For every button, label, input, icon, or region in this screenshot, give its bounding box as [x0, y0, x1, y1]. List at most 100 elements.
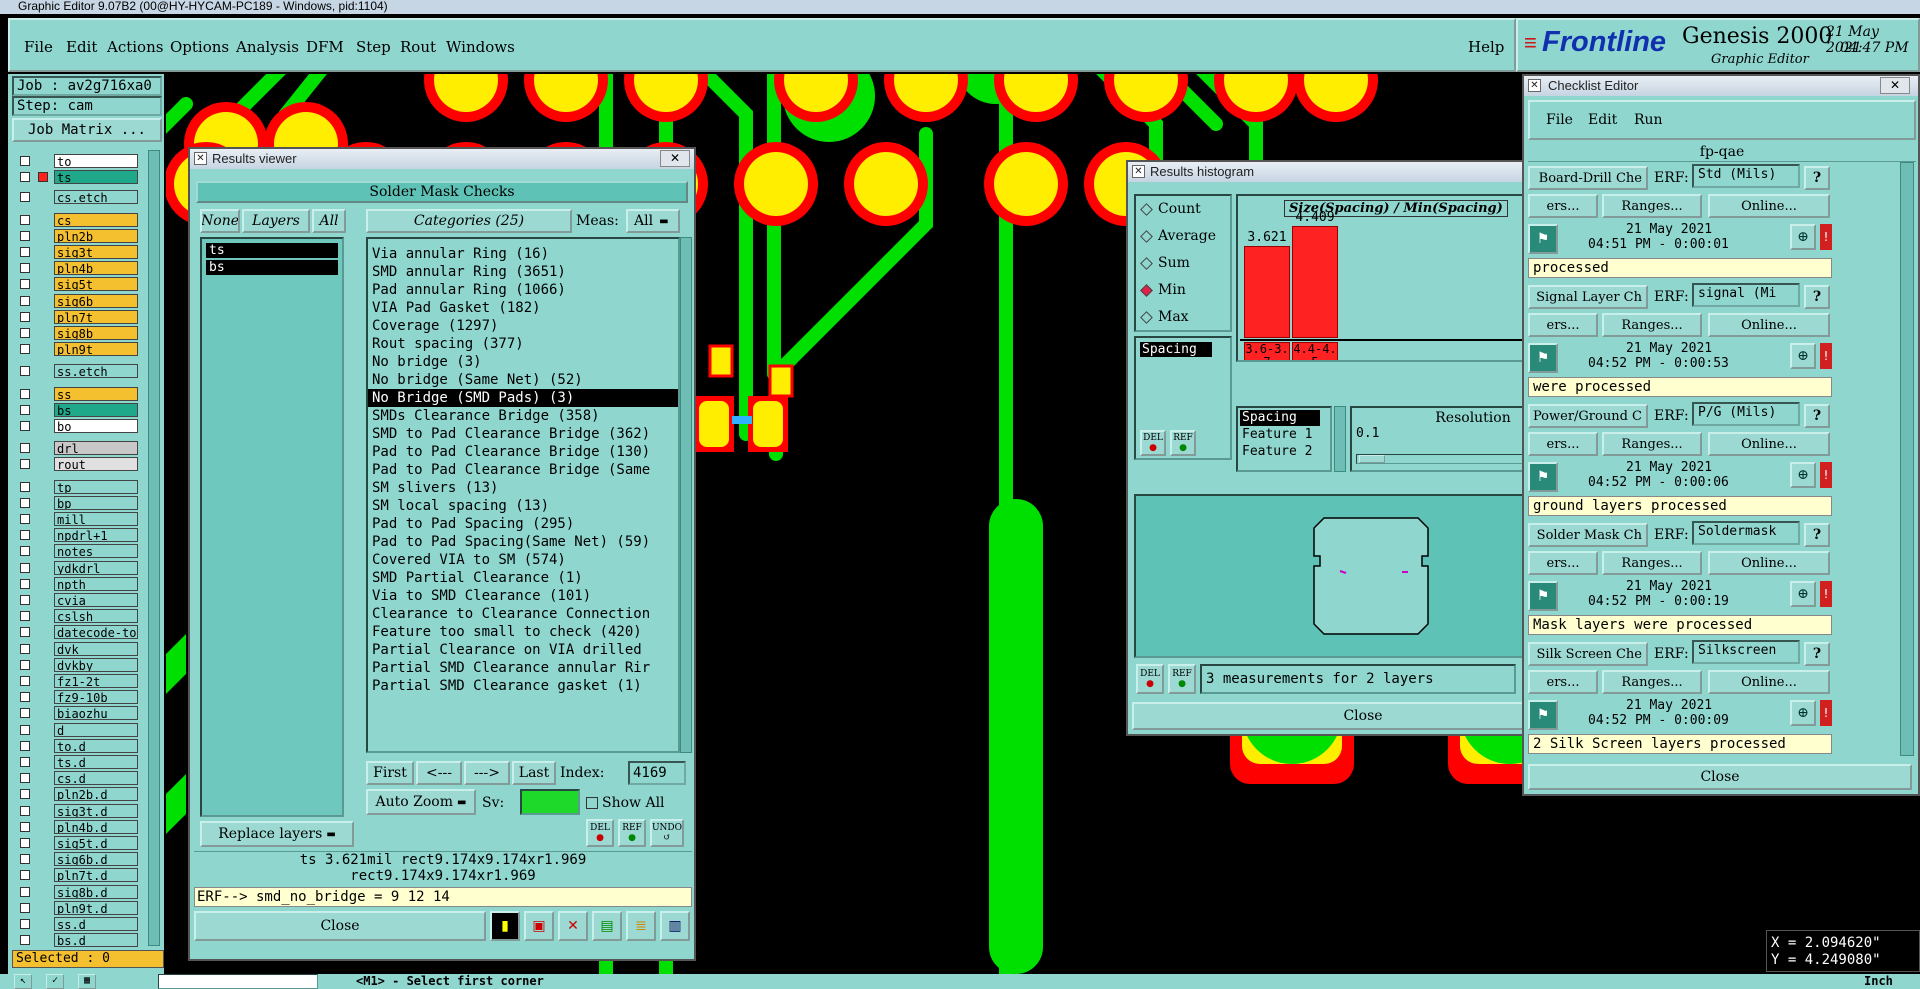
layer-affected-icon[interactable]	[38, 192, 48, 202]
last-button[interactable]: Last	[512, 761, 556, 785]
layer-row[interactable]: npdrl+1	[18, 528, 138, 543]
layer-name[interactable]: cs.etch	[54, 190, 138, 205]
layer-checkbox[interactable]	[20, 366, 30, 377]
check-name-button[interactable]: Power/Ground C	[1528, 404, 1648, 428]
layer-row[interactable]: d	[18, 722, 138, 738]
layer-name[interactable]: pln4b.d	[54, 819, 138, 834]
check-icon[interactable]: ✓	[46, 974, 64, 989]
layer-row[interactable]: dvk	[18, 641, 138, 657]
checklist-menu-file[interactable]: File	[1546, 112, 1573, 128]
field-feature-1[interactable]: Feature 1	[1240, 427, 1328, 443]
layer-affected-icon[interactable]	[38, 789, 48, 799]
layer-name[interactable]: npdrl+1	[54, 528, 138, 543]
category-item[interactable]: VIA Pad Gasket (182)	[368, 299, 678, 317]
layers-all-button[interactable]: All	[312, 209, 346, 233]
menu-file[interactable]: File	[24, 38, 53, 56]
pointer-icon[interactable]: ↖	[14, 974, 32, 989]
layer-row[interactable]: cs.etch	[18, 190, 138, 205]
layer-affected-icon[interactable]	[38, 676, 48, 686]
layer-checkbox[interactable]	[20, 459, 30, 470]
layer-row[interactable]: sig5t.d	[18, 836, 138, 851]
layer-checkbox[interactable]	[20, 805, 30, 816]
layer-checkbox[interactable]	[20, 611, 30, 622]
layer-row[interactable]: pln4b	[18, 261, 138, 276]
layer-name[interactable]: d	[54, 722, 138, 737]
category-item[interactable]: SM slivers (13)	[368, 479, 678, 497]
layer-affected-icon[interactable]	[38, 660, 48, 670]
hist-del-button-top[interactable]: DEL ●	[1140, 430, 1166, 456]
layer-checkbox[interactable]	[20, 643, 30, 654]
menu-step[interactable]: Step	[356, 38, 391, 56]
field-list[interactable]: Spacing Feature 1 Feature 2	[1236, 406, 1332, 472]
zoom-icon[interactable]: ⊕	[1790, 224, 1816, 250]
layer-name[interactable]: ss	[54, 386, 138, 401]
layer-checkbox[interactable]	[20, 328, 30, 338]
erf-select[interactable]: P/G (Mils)	[1692, 402, 1800, 426]
layer-name[interactable]: sig5t	[54, 277, 138, 292]
layer-row[interactable]: ts.d	[18, 755, 138, 770]
layer-checkbox[interactable]	[20, 708, 30, 719]
layer-affected-icon[interactable]	[38, 498, 48, 508]
layer-affected-icon[interactable]	[38, 366, 48, 376]
layer-affected-icon[interactable]	[38, 279, 48, 289]
layers-button[interactable]: Layers	[242, 209, 310, 233]
help-icon[interactable]: ?	[1804, 166, 1830, 190]
layer-checkbox[interactable]	[20, 659, 30, 670]
layer-row[interactable]: fz1-2t	[18, 674, 138, 689]
zoom-icon[interactable]: ⊕	[1790, 581, 1816, 607]
layer-row[interactable]: pln4b.d	[18, 819, 138, 835]
layer-row[interactable]: sig3t.d	[18, 803, 138, 819]
layer-name[interactable]: pln7t	[54, 309, 138, 324]
checklist-menu-edit[interactable]: Edit	[1588, 112, 1617, 128]
layer-affected-icon[interactable]	[38, 459, 48, 469]
mode-option[interactable]: Min	[1136, 277, 1230, 304]
erf-select[interactable]: signal (Mi	[1692, 283, 1800, 307]
slider-handle[interactable]	[1359, 455, 1385, 463]
layer-name[interactable]: cvia	[54, 593, 138, 607]
bar-range-label[interactable]: 3.6-3.7	[1244, 342, 1290, 360]
checklist-scrollbar[interactable]	[1900, 162, 1914, 756]
online-button[interactable]: Online...	[1708, 551, 1830, 575]
category-item[interactable]: Pad to Pad Spacing (295)	[368, 515, 678, 533]
job-matrix-button[interactable]: Job Matrix ...	[12, 118, 162, 142]
zoom-icon[interactable]: ⊕	[1790, 462, 1816, 488]
layer-affected-icon[interactable]	[38, 611, 48, 621]
layer-affected-icon[interactable]	[38, 595, 48, 605]
online-button[interactable]: Online...	[1708, 432, 1830, 456]
layer-row[interactable]: fz9-10b	[18, 690, 138, 705]
layer-checkbox[interactable]	[20, 740, 30, 751]
spacing-item[interactable]: Spacing	[1140, 342, 1212, 357]
layer-name[interactable]: mill	[54, 512, 138, 526]
layer-affected-icon[interactable]	[38, 741, 48, 751]
layer-checkbox[interactable]	[20, 192, 30, 203]
category-item[interactable]: SMD annular Ring (3651)	[368, 263, 678, 281]
layer-affected-icon[interactable]	[38, 919, 48, 929]
histogram-bar[interactable]	[1292, 226, 1338, 338]
layer-name[interactable]: to.d	[54, 738, 138, 753]
mode-option[interactable]: Count	[1136, 196, 1230, 223]
category-item[interactable]: SMD Partial Clearance (1)	[368, 569, 678, 587]
layer-checkbox[interactable]	[20, 838, 30, 848]
help-icon[interactable]: ?	[1804, 523, 1830, 547]
layer-affected-icon[interactable]	[38, 870, 48, 880]
online-button[interactable]: Online...	[1708, 194, 1830, 218]
layer-affected-icon[interactable]	[38, 312, 48, 322]
toolbar-icon-5[interactable]: ≣	[626, 911, 656, 941]
layer-name[interactable]: ts.d	[54, 755, 138, 769]
checklist-menu-run[interactable]: Run	[1634, 112, 1663, 128]
hist-ref-button[interactable]: REF ●	[1168, 664, 1196, 694]
layer-affected-icon[interactable]	[38, 443, 48, 453]
users-button[interactable]: ers...	[1528, 194, 1598, 218]
layer-name[interactable]: drl	[54, 441, 138, 456]
layer-row[interactable]: pln2b	[18, 228, 138, 244]
layer-row[interactable]: pln2b.d	[18, 787, 138, 802]
layer-affected-icon[interactable]	[38, 546, 48, 556]
users-button[interactable]: ers...	[1528, 313, 1598, 337]
menu-help[interactable]: Help	[1468, 38, 1504, 56]
layer-affected-icon[interactable]	[38, 156, 48, 166]
layer-name[interactable]: bs	[54, 402, 138, 417]
layer-checkbox[interactable]	[20, 388, 30, 399]
radio-diamond-icon[interactable]	[1140, 203, 1153, 216]
check-name-button[interactable]: Signal Layer Ch	[1528, 285, 1648, 309]
layer-affected-icon[interactable]	[38, 887, 48, 897]
